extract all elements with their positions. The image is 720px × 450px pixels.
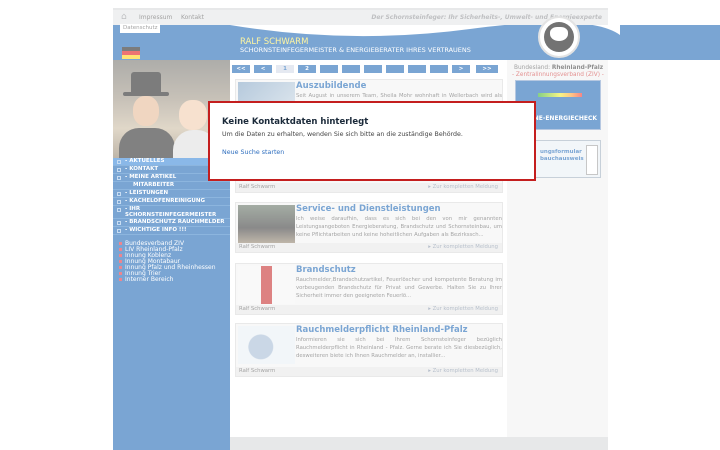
modal-backdrop[interactable] [0, 0, 720, 450]
modal-title: Keine Kontaktdaten hinterlegt [222, 117, 369, 127]
modal-message: Um die Daten zu erhalten, wenden Sie sic… [222, 131, 463, 138]
new-search-link[interactable]: Neue Suche starten [222, 149, 284, 156]
page: ⌂ Impressum Kontakt Der Schornsteinfeger… [0, 0, 720, 450]
contact-modal: Keine Kontaktdaten hinterlegt Um die Dat… [208, 101, 536, 181]
